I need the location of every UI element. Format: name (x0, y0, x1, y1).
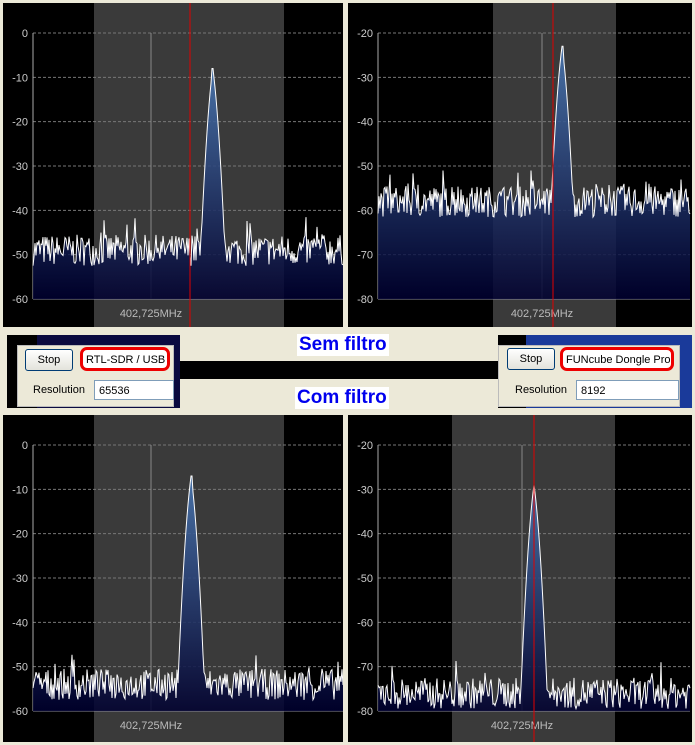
y-tick-label: -20 (357, 28, 373, 40)
y-tick-label: -60 (12, 294, 28, 306)
y-tick-label: -50 (12, 662, 28, 674)
y-tick-label: -40 (357, 117, 373, 129)
spectrum-plot: 0 -10 -20 -30 -40 -50 -60 402,725MHz (12, 415, 343, 742)
caption-sem-filtro: Sem filtro (297, 334, 389, 356)
stop-button[interactable]: Stop (507, 348, 555, 370)
caption-com-filtro: Com filtro (295, 387, 389, 409)
middle-bar (170, 361, 510, 379)
spectrum-rtl-com-filtro: 0 -10 -20 -30 -40 -50 -60 402,725MHz (3, 415, 343, 742)
spectrum-funcube-sem-filtro: -20 -30 -40 -50 -60 -70 -80 402,725MHz (348, 3, 692, 327)
y-tick-label: -40 (12, 617, 28, 629)
y-tick-label: -40 (12, 205, 28, 217)
resolution-label: Resolution (33, 384, 85, 396)
left-device-panel: Stop RTL-SDR / USB Resolution 65536 (17, 345, 174, 407)
y-tick-label: -40 (357, 529, 373, 541)
y-tick-label: -50 (12, 250, 28, 262)
y-tick-label: -30 (12, 573, 28, 585)
spectrum-rtl-sem-filtro: 0 -10 -20 -30 -40 -50 -60 402,725MHz (3, 3, 343, 327)
y-tick-label: -30 (357, 72, 373, 84)
y-tick-label: -20 (357, 440, 373, 452)
right-device-panel: Stop FUNcube Dongle Pro Resolution 8192 (498, 345, 680, 407)
y-tick-label: -20 (12, 117, 28, 129)
resolution-input[interactable]: 8192 (576, 380, 679, 400)
y-tick-label: -70 (357, 250, 373, 262)
y-tick-label: -30 (357, 484, 373, 496)
resolution-label: Resolution (515, 384, 567, 396)
y-tick-label: -60 (12, 706, 28, 718)
y-tick-label: 0 (22, 28, 28, 40)
spectrum-plot: -20 -30 -40 -50 -60 -70 -80 402,725MHz (357, 3, 691, 327)
y-tick-label: -60 (357, 617, 373, 629)
x-axis-label: 402,725MHz (120, 308, 182, 320)
y-tick-label: -50 (357, 161, 373, 173)
x-axis-label: 402,725MHz (491, 720, 553, 732)
device-select[interactable]: FUNcube Dongle Pro (560, 347, 674, 371)
y-tick-label: -30 (12, 161, 28, 173)
y-tick-label: -10 (12, 72, 28, 84)
y-tick-label: 0 (22, 440, 28, 452)
spectrum-fill (33, 476, 343, 711)
y-tick-label: -20 (12, 529, 28, 541)
x-axis-label: 402,725MHz (511, 308, 573, 320)
spectrum-funcube-com-filtro: -20 -30 -40 -50 -60 -70 -80 402,725MHz (348, 415, 692, 742)
y-tick-label: -60 (357, 205, 373, 217)
stop-button[interactable]: Stop (25, 349, 73, 371)
y-tick-label: -70 (357, 662, 373, 674)
y-tick-label: -50 (357, 573, 373, 585)
y-tick-label: -80 (357, 294, 373, 306)
device-select[interactable]: RTL-SDR / USB (80, 347, 170, 371)
y-tick-label: -10 (12, 484, 28, 496)
spectrum-plot: -20 -30 -40 -50 -60 -70 -80 402,725MHz (357, 415, 691, 742)
y-tick-label: -80 (357, 706, 373, 718)
x-axis-label: 402,725MHz (120, 720, 182, 732)
spectrum-plot: 0 -10 -20 -30 -40 -50 -60 402,725MHz (12, 3, 343, 327)
resolution-input[interactable]: 65536 (94, 380, 174, 400)
